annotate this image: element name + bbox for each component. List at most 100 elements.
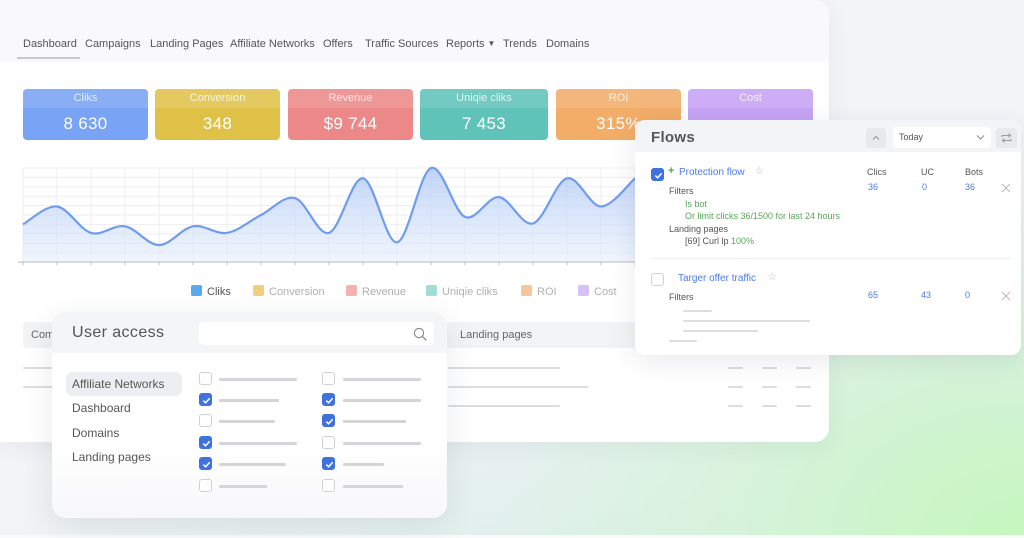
filters-label: Filters xyxy=(669,292,694,302)
column-header-clics: Clics xyxy=(867,167,887,177)
permission-checkbox[interactable] xyxy=(199,372,212,385)
legend-item-revenue[interactable]: Revenue xyxy=(346,285,406,298)
legend-item-conversion[interactable]: Conversion xyxy=(253,285,325,298)
permission-label-placeholder xyxy=(343,420,406,423)
flow-name-link[interactable]: Targer offer traffic xyxy=(678,273,756,284)
checkmark-icon xyxy=(325,418,334,425)
permission-checkbox[interactable] xyxy=(322,479,335,492)
permission-label-placeholder xyxy=(219,420,275,423)
filters-label: Filters xyxy=(669,186,694,196)
flow-clics-value: 65 xyxy=(868,290,879,300)
landing-page-entry: [69] Curl lp 100% xyxy=(685,236,754,246)
filter-rule: Is bot xyxy=(685,199,708,209)
permission-checkbox[interactable] xyxy=(322,414,335,427)
flows-header: Flows Today xyxy=(635,120,1021,152)
permission-label-placeholder xyxy=(219,442,297,445)
user-access-panel: User access Affiliate Networks Dashboard… xyxy=(52,312,447,518)
menu-item-affiliate-networks[interactable]: Affiliate Networks xyxy=(66,372,182,396)
permission-checkbox[interactable] xyxy=(199,479,212,492)
permission-label-placeholder xyxy=(219,378,297,381)
cell-placeholder xyxy=(796,367,811,369)
permission-checkbox[interactable] xyxy=(199,414,212,427)
refresh-swap-button[interactable] xyxy=(996,128,1017,148)
filter-rule: Or limit clicks 36/1500 for last 24 hour… xyxy=(685,211,841,221)
cell-placeholder xyxy=(448,367,560,369)
legend-label: Cost xyxy=(594,286,617,298)
permission-label-placeholder xyxy=(219,485,267,488)
legend-swatch xyxy=(346,285,357,296)
close-icon[interactable] xyxy=(1001,183,1011,193)
flow-checkbox[interactable] xyxy=(651,168,664,181)
menu-item-landing-pages[interactable]: Landing pages xyxy=(72,450,151,464)
legend-item-cost[interactable]: Cost xyxy=(578,285,617,298)
period-select[interactable]: Today xyxy=(893,127,991,148)
legend-swatch xyxy=(521,285,532,296)
cell-placeholder xyxy=(762,367,777,369)
star-icon[interactable]: ☆ xyxy=(755,166,764,177)
legend-label: Uniqie cliks xyxy=(442,286,498,298)
flow-bots-value: 36 xyxy=(965,182,976,192)
plus-icon: + xyxy=(668,165,675,177)
legend-label: Cliks xyxy=(207,286,231,298)
cell-placeholder xyxy=(23,386,55,388)
flow-clics-value: 36 xyxy=(868,182,879,192)
permission-label-placeholder xyxy=(343,399,421,402)
legend-item-cliks[interactable]: Cliks xyxy=(191,285,231,298)
cell-placeholder xyxy=(762,405,777,407)
landing-page-name: [69] Curl lp xyxy=(685,236,729,246)
checkmark-icon xyxy=(654,172,663,179)
permission-checkbox[interactable] xyxy=(199,393,212,406)
cell-placeholder xyxy=(728,386,743,388)
permission-label-placeholder xyxy=(343,442,421,445)
menu-item-label: Affiliate Networks xyxy=(72,377,165,391)
close-icon[interactable] xyxy=(1001,291,1011,301)
landing-pages-label: Landing pages xyxy=(669,224,729,234)
legend-swatch xyxy=(426,285,437,296)
cell-placeholder xyxy=(796,386,811,388)
legend-swatch xyxy=(578,285,589,296)
row-divider xyxy=(651,258,1011,259)
flow-uc-value: 43 xyxy=(921,290,932,300)
menu-item-domains[interactable]: Domains xyxy=(72,426,119,440)
search-icon[interactable] xyxy=(413,327,427,341)
filter-placeholder xyxy=(683,320,810,322)
flow-name-link[interactable]: Protection flow xyxy=(679,167,745,178)
checkmark-icon xyxy=(325,461,334,468)
checkmark-icon xyxy=(202,397,211,404)
flow-bots-value: 0 xyxy=(965,290,971,300)
column-header-landing-pages[interactable]: Landing pages xyxy=(460,329,532,341)
permission-label-placeholder xyxy=(219,463,286,466)
permission-checkbox[interactable] xyxy=(322,436,335,449)
collapse-button[interactable] xyxy=(866,128,886,148)
checkmark-icon xyxy=(325,397,334,404)
flow-uc-value: 0 xyxy=(922,182,928,192)
legend-label: Conversion xyxy=(269,286,325,298)
cell-placeholder xyxy=(23,367,55,369)
legend-item-roi[interactable]: ROI xyxy=(521,285,557,298)
permission-checkbox[interactable] xyxy=(322,457,335,470)
swap-icon xyxy=(1001,133,1012,143)
column-header-bots: Bots xyxy=(965,167,984,177)
filter-placeholder xyxy=(669,340,697,342)
cell-placeholder xyxy=(796,405,811,407)
flow-checkbox[interactable] xyxy=(651,273,664,286)
legend-item-unique-cliks[interactable]: Uniqie cliks xyxy=(426,285,498,298)
chevron-up-icon xyxy=(872,135,880,140)
permission-checkbox[interactable] xyxy=(322,393,335,406)
cell-placeholder xyxy=(448,405,560,407)
permission-label-placeholder xyxy=(343,378,421,381)
legend-label: Revenue xyxy=(362,286,407,298)
menu-item-dashboard[interactable]: Dashboard xyxy=(72,401,131,415)
permission-checkbox[interactable] xyxy=(199,457,212,470)
flows-panel: Flows Today Clics UC Bots + Protection f… xyxy=(635,120,1021,355)
cell-placeholder xyxy=(728,405,743,407)
legend-label: ROI xyxy=(537,286,557,298)
user-access-search-input[interactable] xyxy=(199,322,434,345)
permission-checkbox[interactable] xyxy=(199,436,212,449)
permission-checkbox[interactable] xyxy=(322,372,335,385)
column-header-campaign[interactable]: Com xyxy=(31,329,54,341)
column-header-uc: UC xyxy=(921,167,934,177)
star-icon[interactable]: ☆ xyxy=(768,272,777,283)
legend-swatch xyxy=(253,285,264,296)
flows-title: Flows xyxy=(651,129,696,146)
